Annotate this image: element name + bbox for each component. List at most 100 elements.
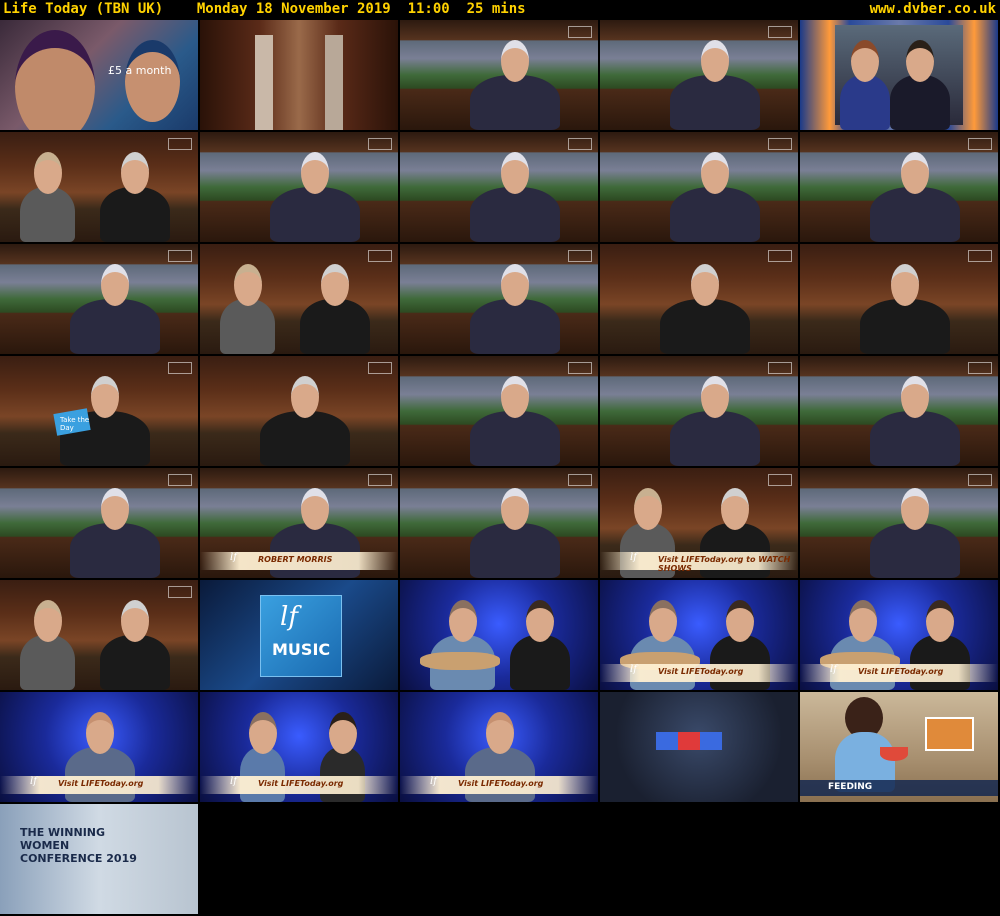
person-head (901, 152, 929, 194)
thumbnail-tile[interactable] (800, 244, 998, 354)
thumbnail-tile[interactable] (200, 244, 398, 354)
thumbnail-tile[interactable]: lf Visit LIFEToday.org (200, 692, 398, 802)
person-body (220, 299, 275, 354)
person-body (660, 299, 750, 354)
thumbnail-tile[interactable] (200, 356, 398, 466)
person-body (70, 523, 160, 578)
thumbnail-tile[interactable] (0, 244, 198, 354)
person-head (851, 40, 879, 82)
life-today-logo: lf (430, 776, 437, 787)
pillar (325, 35, 343, 130)
person-body (470, 523, 560, 578)
thumbnail-tile[interactable] (600, 692, 798, 802)
tbn-logo (168, 362, 192, 374)
person-body (670, 411, 760, 466)
person-head (291, 376, 319, 418)
tbn-logo (568, 474, 592, 486)
person-body (870, 411, 960, 466)
thumbnail-tile[interactable] (200, 132, 398, 242)
thumbnail-tile[interactable] (400, 580, 598, 690)
person-head (926, 600, 954, 642)
thumbnail-tile[interactable]: lf Visit LIFEToday.org (800, 580, 998, 690)
thumbnail-tile[interactable] (400, 244, 598, 354)
thumbnail-tile[interactable]: lf Visit LIFEToday.org (400, 692, 598, 802)
person-head (91, 376, 119, 418)
thumbnail-tile[interactable] (400, 356, 598, 466)
thumbnail-tile[interactable] (400, 468, 598, 578)
thumbnail-tile[interactable] (0, 580, 198, 690)
tbn-logo (968, 138, 992, 150)
tbn-logo (168, 474, 192, 486)
lower-third-text: Visit LIFEToday.org (458, 779, 544, 788)
person-head (701, 152, 729, 194)
thumbnail-tile[interactable] (400, 20, 598, 130)
header-bar: Life Today (TBN UK) Monday 18 November 2… (0, 0, 1000, 20)
person-head (726, 600, 754, 642)
person-head (901, 488, 929, 530)
person-head (248, 712, 277, 754)
person-head (15, 30, 95, 130)
lower-third-bar: lf Visit LIFEToday.org to WATCH SHOWS (600, 552, 798, 573)
person-head (906, 40, 934, 82)
bar-blue (700, 732, 722, 750)
person-head (233, 264, 262, 306)
thumbnail-tile[interactable]: THE WINNING WOMEN CONFERENCE 2019 (0, 804, 198, 914)
thumbnail-tile[interactable]: lf ROBERT MORRIS (200, 468, 398, 578)
thumbnail-tile[interactable]: lf Visit LIFEToday.org to WATCH SHOWS (600, 468, 798, 578)
person-head (501, 264, 529, 306)
thumbnail-tile[interactable] (800, 132, 998, 242)
person-body (20, 187, 75, 242)
thumbnail-tile[interactable]: FEEDING (800, 692, 998, 802)
thumbnail-tile[interactable] (800, 20, 998, 130)
person-body (860, 299, 950, 354)
tbn-logo (568, 250, 592, 262)
person-head (301, 488, 329, 530)
tbn-logo (168, 586, 192, 598)
lower-third-text: Visit LIFEToday.org to WATCH SHOWS (658, 555, 791, 573)
thumbnail-tile[interactable] (0, 132, 198, 242)
lower-third-text: Visit LIFEToday.org (658, 667, 744, 676)
person-body (260, 411, 350, 466)
person-body (300, 299, 370, 354)
person-head (701, 40, 729, 82)
lower-third-text: ROBERT MORRIS (258, 555, 333, 564)
person-body (100, 635, 170, 690)
lower-third-bar: lf Visit LIFEToday.org (0, 776, 198, 794)
person-body (510, 635, 570, 690)
tbn-logo (968, 474, 992, 486)
thumbnail-tile[interactable] (600, 132, 798, 242)
life-today-logo: lf (630, 552, 637, 563)
thumbnail-tile[interactable] (600, 356, 798, 466)
thumbnail-tile[interactable]: lf Visit LIFEToday.org (600, 580, 798, 690)
thumbnail-tile[interactable]: lf Visit LIFEToday.org (0, 692, 198, 802)
tbn-logo (368, 250, 392, 262)
thumbnail-tile[interactable] (0, 468, 198, 578)
person-head (121, 152, 149, 194)
person-body (470, 411, 560, 466)
thumbnail-tile[interactable]: lf MUSIC (200, 580, 398, 690)
person-body (870, 523, 960, 578)
thumbnail-tile[interactable] (600, 20, 798, 130)
person-head (648, 600, 677, 642)
thumbnail-tile[interactable] (600, 244, 798, 354)
book-title: Take the Day (60, 416, 90, 432)
tbn-logo (968, 250, 992, 262)
tbn-logo (568, 26, 592, 38)
bar-blue (656, 732, 678, 750)
tbn-logo (768, 250, 792, 262)
thumbnail-tile[interactable] (800, 356, 998, 466)
tbn-logo (168, 138, 192, 150)
tbn-logo (168, 250, 192, 262)
person-body (670, 187, 760, 242)
person-head (86, 712, 114, 754)
feeding-label: FEEDING (828, 782, 873, 792)
thumbnail-tile[interactable] (800, 468, 998, 578)
lower-third-bar: lf Visit LIFEToday.org (200, 776, 398, 794)
site-link[interactable]: www.dvber.co.uk (870, 1, 996, 17)
thumbnail-tile[interactable]: Take the Day (0, 356, 198, 466)
person-head (901, 376, 929, 418)
person-head (33, 600, 62, 642)
thumbnail-tile[interactable] (400, 132, 598, 242)
thumbnail-tile[interactable]: £5 a month (0, 20, 198, 130)
thumbnail-tile[interactable] (200, 20, 398, 130)
